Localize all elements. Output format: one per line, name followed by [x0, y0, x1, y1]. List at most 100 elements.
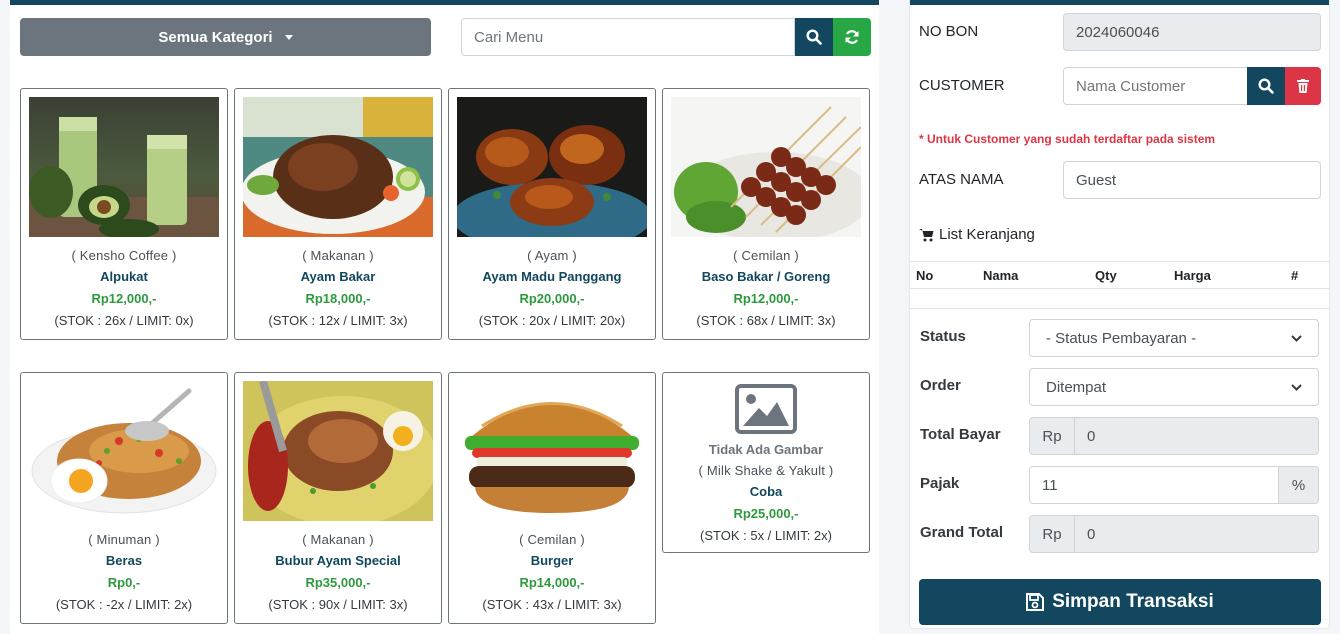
customer-label: CUSTOMER — [919, 77, 1005, 94]
atas-nama-label: ATAS NAMA — [919, 171, 1004, 188]
refresh-button[interactable] — [833, 18, 871, 56]
save-icon — [1026, 593, 1045, 611]
total-bayar-label: Total Bayar — [920, 426, 1001, 443]
no-image-text: Tidak Ada Gambar — [708, 442, 824, 457]
product-stock: (STOK : 68x / LIMIT: 3x) — [696, 313, 836, 328]
col-harga: Harga — [1174, 268, 1211, 283]
product-image — [671, 97, 861, 237]
product-category: ( Ayam ) — [527, 248, 577, 263]
product-name: Ayam Bakar — [300, 269, 376, 284]
product-stock: (STOK : 26x / LIMIT: 0x) — [54, 313, 194, 328]
grand-total-group: Rp 0 — [1029, 515, 1319, 553]
grand-total-field: 0 — [1075, 515, 1319, 553]
product-image — [243, 381, 433, 521]
status-select-value: - Status Pembayaran - — [1046, 329, 1197, 347]
menu-search-button[interactable] — [795, 18, 833, 56]
order-select-value: Ditempat — [1046, 378, 1107, 396]
category-dropdown-button[interactable]: Semua Kategori — [20, 18, 431, 56]
customer-search-button[interactable] — [1247, 67, 1285, 105]
customer-clear-button[interactable] — [1285, 67, 1321, 105]
product-card-bubur-ayam-special[interactable]: ( Makanan ) Bubur Ayam Special Rp35,000,… — [234, 372, 442, 624]
product-category: ( Milk Shake & Yakult ) — [698, 463, 834, 478]
col-nama: Nama — [983, 268, 1019, 283]
no-bon-field: 2024060046 — [1063, 13, 1321, 51]
currency-prefix: Rp — [1029, 515, 1075, 553]
product-price: Rp12,000,- — [91, 291, 157, 306]
caret-down-icon — [284, 34, 293, 40]
currency-prefix: Rp — [1029, 417, 1075, 455]
refresh-icon — [845, 30, 859, 44]
pajak-input[interactable] — [1029, 466, 1279, 504]
product-name: Burger — [530, 553, 574, 568]
cart-title: List Keranjang — [919, 226, 1035, 243]
product-card-burger[interactable]: ( Cemilan ) Burger Rp14,000,- (STOK : 43… — [448, 372, 656, 624]
trash-icon — [1297, 79, 1309, 93]
product-category: ( Cemilan ) — [519, 532, 585, 547]
product-image — [243, 97, 433, 237]
product-stock: (STOK : -2x / LIMIT: 2x) — [55, 597, 193, 612]
product-stock: (STOK : 5x / LIMIT: 2x) — [700, 528, 832, 543]
status-label: Status — [920, 328, 966, 345]
menu-search-group — [461, 18, 871, 56]
total-bayar-group: Rp 0 — [1029, 417, 1319, 455]
product-card-coba[interactable]: Tidak Ada Gambar ( Milk Shake & Yakult )… — [662, 372, 870, 553]
product-name: Ayam Madu Panggang — [482, 269, 622, 284]
product-price: Rp20,000,- — [519, 291, 585, 306]
total-bayar-field: 0 — [1075, 417, 1319, 455]
cart-table-header: No Nama Qty Harga # — [910, 261, 1329, 289]
customer-note: * Untuk Customer yang sudah terdaftar pa… — [919, 132, 1216, 146]
product-price: Rp0,- — [107, 575, 141, 590]
grand-total-label: Grand Total — [920, 524, 1004, 541]
search-icon — [1258, 78, 1274, 94]
category-dropdown-label: Semua Kategori — [158, 28, 273, 46]
order-select[interactable]: Ditempat — [1029, 368, 1319, 406]
product-name: Alpukat — [100, 269, 148, 284]
product-price: Rp18,000,- — [305, 291, 371, 306]
product-card-ayam-bakar[interactable]: ( Makanan ) Ayam Bakar Rp18,000,- (STOK … — [234, 88, 442, 340]
product-image — [457, 97, 647, 237]
product-card-ayam-madu-panggang[interactable]: ( Ayam ) Ayam Madu Panggang Rp20,000,- (… — [448, 88, 656, 340]
cart-title-text: List Keranjang — [939, 226, 1035, 243]
shopping-cart-icon — [919, 228, 934, 241]
product-card-beras[interactable]: ( Minuman ) Beras Rp0,- (STOK : -2x / LI… — [20, 372, 228, 624]
customer-input[interactable] — [1063, 67, 1248, 105]
product-image — [29, 97, 219, 237]
save-transaction-label: Simpan Transaksi — [1052, 591, 1214, 612]
product-stock: (STOK : 20x / LIMIT: 20x) — [478, 313, 626, 328]
product-category: ( Cemilan ) — [733, 248, 799, 263]
product-name: Bubur Ayam Special — [275, 553, 401, 568]
status-select[interactable]: - Status Pembayaran - — [1029, 319, 1319, 357]
product-image — [457, 381, 647, 521]
menu-panel: Semua Kategori ( Kensho Coffee ) Alpukat… — [10, 0, 879, 634]
menu-search-input[interactable] — [461, 18, 795, 56]
product-price: Rp25,000,- — [733, 506, 799, 521]
transaction-panel: NO BON 2024060046 CUSTOMER * Untuk Custo… — [910, 0, 1329, 628]
product-category: ( Makanan ) — [302, 532, 374, 547]
order-label: Order — [920, 377, 961, 394]
col-qty: Qty — [1095, 268, 1117, 283]
product-category: ( Kensho Coffee ) — [71, 248, 177, 263]
product-name: Beras — [105, 553, 143, 568]
product-name: Coba — [749, 484, 783, 499]
col-no: No — [916, 268, 934, 283]
pajak-label: Pajak — [920, 475, 960, 492]
atas-nama-input[interactable] — [1063, 161, 1321, 199]
search-icon — [806, 29, 822, 45]
chevron-down-icon — [1291, 334, 1302, 342]
product-card-alpukat[interactable]: ( Kensho Coffee ) Alpukat Rp12,000,- (ST… — [20, 88, 228, 340]
product-stock: (STOK : 43x / LIMIT: 3x) — [482, 597, 622, 612]
pajak-group: % — [1029, 466, 1319, 504]
no-bon-label: NO BON — [919, 23, 979, 40]
cart-divider — [910, 308, 1329, 309]
product-price: Rp12,000,- — [733, 291, 799, 306]
chevron-down-icon — [1291, 383, 1302, 391]
product-category: ( Makanan ) — [302, 248, 374, 263]
product-stock: (STOK : 12x / LIMIT: 3x) — [268, 313, 408, 328]
image-placeholder-icon — [663, 384, 869, 436]
product-image — [29, 381, 219, 521]
product-name: Baso Bakar / Goreng — [701, 269, 831, 284]
product-category: ( Minuman ) — [88, 532, 160, 547]
product-card-baso-bakar-goreng[interactable]: ( Cemilan ) Baso Bakar / Goreng Rp12,000… — [662, 88, 870, 340]
save-transaction-button[interactable]: Simpan Transaksi — [919, 579, 1321, 625]
product-stock: (STOK : 90x / LIMIT: 3x) — [268, 597, 408, 612]
